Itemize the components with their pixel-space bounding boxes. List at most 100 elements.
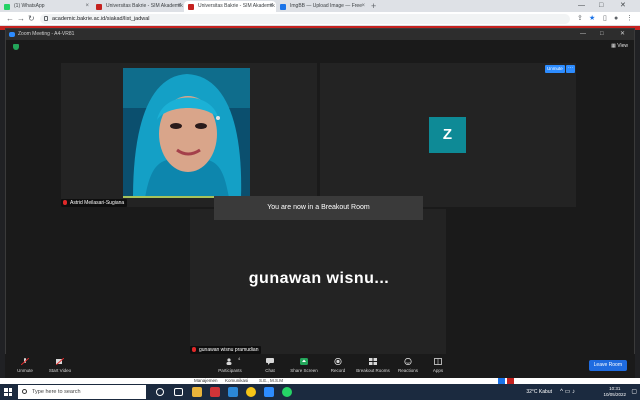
unmute-button[interactable]: Unmute	[5, 358, 45, 373]
view-button[interactable]: ▦ View	[611, 43, 628, 49]
system-tray-icons[interactable]: ^ ▭ ♪	[560, 388, 575, 395]
back-icon[interactable]: ←	[6, 13, 14, 25]
side-panel-icon[interactable]: ▯	[603, 15, 607, 23]
tool-label: Chat	[265, 368, 275, 373]
app-icon[interactable]	[210, 387, 220, 397]
tool-label: Record	[330, 368, 346, 373]
close-icon[interactable]: ×	[269, 1, 273, 12]
notification-icon[interactable]: ▢	[631, 388, 637, 395]
tab-label: (1) WhatsApp	[14, 3, 45, 9]
task-view-icon[interactable]	[174, 388, 183, 396]
participant-video-astrid	[123, 68, 250, 198]
profile-icon[interactable]: ●	[614, 15, 618, 23]
tab-sim-akademik-2[interactable]: Universitas Bakrie - SIM Akademik ×	[184, 1, 276, 12]
address-bar[interactable]: academic.bakrie.ac.id/siakad/list_jadwal	[40, 14, 570, 24]
more-options-button[interactable]: ···	[566, 65, 575, 73]
browser-toolbar: ← → ↻ academic.bakrie.ac.id/siakad/list_…	[0, 12, 640, 26]
tool-label: Start Video	[48, 368, 72, 373]
tab-whatsapp[interactable]: (1) WhatsApp ×	[0, 1, 92, 12]
start-video-button[interactable]: Start Video	[40, 358, 80, 373]
tab-imgbb[interactable]: ImgBB — Upload Image — Free ×	[276, 1, 368, 12]
browser-tab-bar: (1) WhatsApp × Universitas Bakrie - SIM …	[0, 0, 640, 12]
maximize-icon[interactable]: □	[599, 0, 603, 12]
zoom-toolbar: Unmute Start Video Participants 4 Chat S…	[5, 354, 635, 378]
date: 10/05/2022	[603, 392, 626, 397]
breakout-rooms-button[interactable]: Breakout Rooms	[353, 358, 393, 373]
muted-microphone-icon	[21, 358, 29, 365]
chat-icon	[266, 358, 274, 365]
tab-label: Universitas Bakrie - SIM Akademik	[198, 3, 275, 9]
close-icon[interactable]: ×	[361, 1, 365, 12]
unmute-participant-button[interactable]: Unmute	[545, 65, 565, 73]
whatsapp-icon	[4, 4, 10, 10]
participants-icon	[226, 358, 232, 365]
weather-widget[interactable]: 32°C Kabut	[526, 389, 552, 395]
participants-button[interactable]: Participants	[210, 358, 250, 373]
window-title: Zoom Meeting - A4-VR81	[18, 31, 75, 37]
minimize-icon[interactable]: —	[580, 29, 586, 40]
participant-name: Astrid Meilasari-Sugiana	[70, 200, 125, 206]
tool-label: Participants	[218, 368, 242, 373]
participant-name: gunawan wisnu pramudian	[199, 347, 259, 353]
muted-mic-icon	[192, 347, 196, 352]
forward-icon[interactable]: →	[17, 13, 25, 25]
avatar: Z	[429, 117, 466, 153]
taskbar-search-input[interactable]: Type here to search	[18, 385, 146, 399]
leave-room-button[interactable]: Leave Room	[588, 360, 627, 371]
participants-count: 4	[238, 356, 241, 361]
muted-mic-icon	[63, 200, 67, 205]
share-icon[interactable]: ⇪	[577, 15, 583, 23]
university-shield-icon	[188, 4, 194, 10]
tool-label: Share Screen	[290, 368, 318, 373]
tool-label: Unmute	[17, 368, 33, 373]
zoom-app-icon[interactable]	[264, 387, 274, 397]
share-screen-icon	[300, 358, 308, 365]
chrome-icon[interactable]	[246, 387, 256, 397]
university-shield-icon	[96, 4, 102, 10]
maximize-icon[interactable]: □	[600, 29, 604, 40]
tab-sim-akademik-1[interactable]: Universitas Bakrie - SIM Akademik ×	[92, 1, 184, 12]
breakout-rooms-icon	[369, 358, 377, 365]
name-label-gunawan: gunawan wisnu pramudian	[190, 346, 262, 354]
close-window-icon[interactable]: ✕	[620, 29, 625, 40]
windows-start-icon[interactable]	[4, 388, 12, 396]
tab-label: ImgBB — Upload Image — Free	[290, 3, 362, 9]
new-tab-button[interactable]: +	[371, 1, 376, 11]
participant-photo	[123, 68, 250, 196]
close-window-icon[interactable]: ✕	[620, 0, 626, 12]
security-shield-icon[interactable]	[13, 44, 19, 50]
cortana-icon[interactable]	[156, 388, 164, 396]
file-explorer-icon[interactable]	[192, 387, 202, 397]
apps-icon	[434, 358, 442, 365]
menu-icon[interactable]: ⋮	[626, 15, 633, 23]
apps-button[interactable]: Apps	[418, 358, 458, 373]
zoom-logo-icon	[9, 32, 15, 37]
search-icon	[22, 389, 27, 394]
whatsapp-app-icon[interactable]	[282, 387, 292, 397]
smiley-icon	[404, 358, 412, 365]
close-icon[interactable]: ×	[177, 1, 181, 12]
windows-taskbar: Type here to search 32°C Kabut ^ ▭ ♪ 10:…	[0, 384, 640, 400]
name-label-astrid: Astrid Meilasari-Sugiana	[61, 199, 128, 207]
participant-display-name: gunawan wisnu...	[248, 270, 390, 287]
tool-label: Breakout Rooms	[356, 368, 390, 373]
minimize-icon[interactable]: —	[578, 0, 585, 12]
tab-label: Universitas Bakrie - SIM Akademik	[106, 3, 183, 9]
tool-label: Reactions	[397, 368, 418, 373]
tool-label: Apps	[432, 368, 444, 373]
breakout-room-notice: You are now in a Breakout Room	[214, 196, 423, 220]
video-off-icon	[56, 358, 64, 365]
record-icon	[334, 358, 342, 365]
record-button[interactable]: Record	[318, 358, 358, 373]
url-text: academic.bakrie.ac.id/siakad/list_jadwal	[52, 16, 150, 22]
mail-icon[interactable]	[228, 387, 238, 397]
search-placeholder: Type here to search	[32, 389, 81, 395]
imgbb-icon	[280, 4, 286, 10]
reload-icon[interactable]: ↻	[28, 13, 35, 25]
close-icon[interactable]: ×	[85, 1, 89, 12]
zoom-title-bar: Zoom Meeting - A4-VR81 — □ ✕	[6, 29, 634, 40]
bookmark-star-icon[interactable]: ★	[589, 15, 595, 23]
view-label: View	[617, 43, 628, 49]
lock-icon	[44, 16, 48, 21]
taskbar-clock[interactable]: 10:31 10/05/2022	[603, 386, 626, 398]
